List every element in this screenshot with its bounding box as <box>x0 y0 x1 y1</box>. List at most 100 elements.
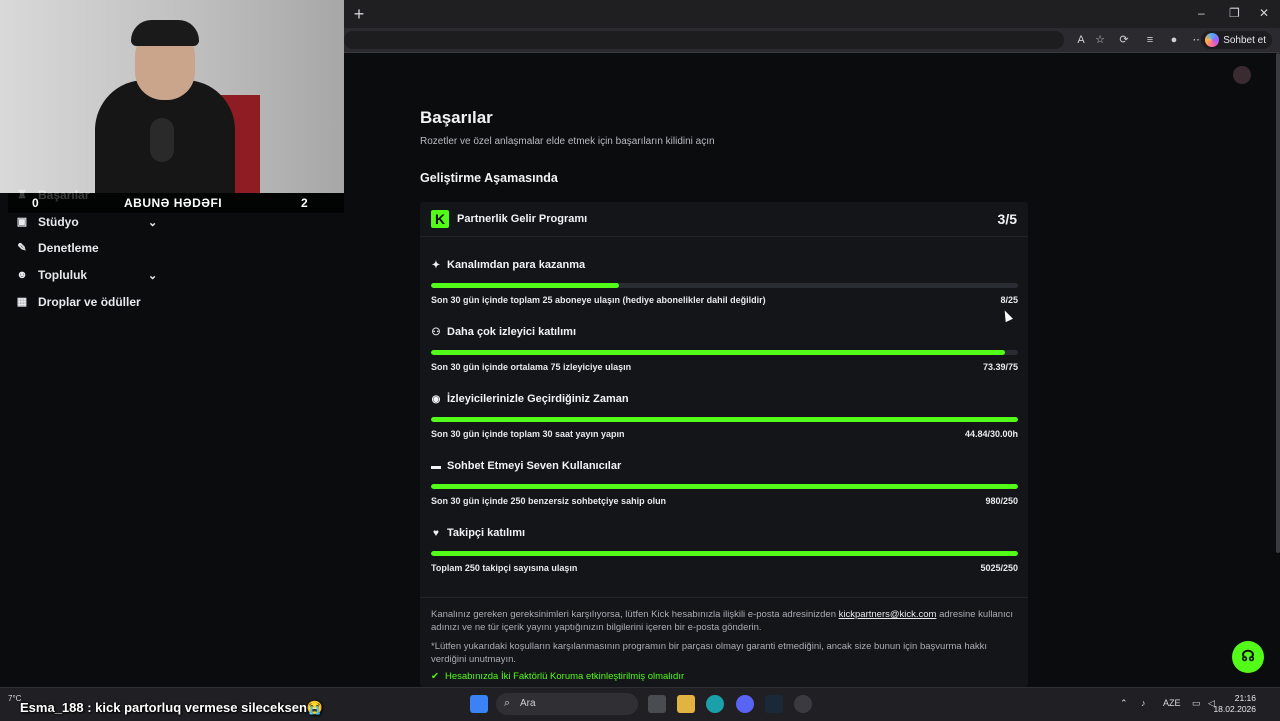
progress-track <box>431 283 1018 288</box>
section-heading: Geliştirme Aşamasında <box>420 171 558 185</box>
copilot-button[interactable]: Sohbet et <box>1201 31 1272 49</box>
sidebar-item-drops[interactable]: ▦ Droplar ve ödüller <box>16 295 141 309</box>
requirement-title: Sohbet Etmeyi Seven Kullanıcılar <box>447 460 622 472</box>
requirement-item: ♥ Takipçi katılımı Toplam 250 takipçi say… <box>431 527 1018 587</box>
progress-fill <box>431 551 1018 556</box>
microphone <box>150 118 174 162</box>
task-view-icon[interactable] <box>648 695 666 713</box>
windows-start-icon[interactable] <box>470 695 488 713</box>
progress-track <box>431 484 1018 489</box>
network-icon[interactable]: ▭ <box>1192 698 1201 709</box>
application-instructions: Kanalınız gereken gereksinimleri karşılı… <box>431 609 1014 633</box>
discord-icon[interactable] <box>736 695 754 713</box>
progress-fill <box>431 484 1018 489</box>
sidebar-item-label: Denetleme <box>38 241 99 255</box>
address-bar[interactable] <box>344 31 1064 49</box>
check-icon: ✔ <box>431 671 439 682</box>
sidebar-item-label: Topluluk <box>38 268 88 282</box>
favorites-icon[interactable]: ≡ <box>1143 33 1157 47</box>
requirement-desc: Son 30 gün içinde toplam 25 aboneye ulaş… <box>431 295 766 305</box>
clock-time: 21:16 <box>1234 693 1256 703</box>
microphone-icon[interactable]: ♪ <box>1141 698 1146 708</box>
subscriber-goal-overlay: 0 ABUNƏ HƏDƏFI 2 <box>8 193 344 213</box>
copilot-icon <box>1205 33 1220 47</box>
requirement-title: Daha çok izleyici katılımı <box>447 326 577 338</box>
copilot-label: Sohbet et <box>1223 34 1266 46</box>
page-scrollbar[interactable] <box>1276 53 1280 553</box>
wrench-icon: ✎ <box>17 242 27 254</box>
progress-fill <box>431 350 1006 355</box>
requirement-title: Takipçi katılımı <box>447 527 526 539</box>
progress-fill <box>431 283 619 288</box>
users-icon: ⚇ <box>431 326 441 338</box>
close-window-button[interactable]: ✕ <box>1259 6 1269 20</box>
requirement-item: ✦ Kanalımdan para kazanma Son 30 gün için… <box>431 259 1018 319</box>
tray-chevron-icon[interactable]: ⌃ <box>1120 698 1128 709</box>
avatar[interactable] <box>1233 66 1251 84</box>
search-icon: ⌕ <box>504 697 511 709</box>
progress-track <box>431 350 1018 355</box>
requirement-item: ⚇ Daha çok izleyici katılımı Son 30 gün i… <box>431 326 1018 386</box>
sidebar-item-studio[interactable]: ▣ Stüdyo ⌄ <box>16 215 166 229</box>
two-factor-requirement: ✔ Hesabınızda İki Faktörlü Koruma etkinl… <box>431 671 685 682</box>
chevron-down-icon[interactable]: ⌄ <box>148 269 157 282</box>
progress-track <box>431 417 1018 422</box>
new-tab-button[interactable]: + <box>350 5 368 23</box>
disclaimer-text: *Lütfen yukarıdaki koşulların karşılanma… <box>431 641 988 665</box>
chevron-down-icon[interactable]: ⌄ <box>148 216 157 229</box>
headset-icon: ☊ <box>1241 648 1255 665</box>
sidebar-item-label: Droplar ve ödüller <box>38 295 141 309</box>
gift-icon: ▦ <box>16 296 28 308</box>
profile-icon[interactable]: ● <box>1167 33 1181 47</box>
minimize-button[interactable]: – <box>1198 6 1205 20</box>
read-aloud-icon[interactable]: A <box>1074 33 1088 47</box>
program-count: 3/5 <box>997 211 1017 227</box>
partner-program-card: K Partnerlik Gelir Programı 3/5 ✦ Kanalım… <box>420 202 1028 687</box>
extensions-icon[interactable]: ⟳ <box>1117 33 1131 47</box>
partner-email-link[interactable]: kickpartners@kick.com <box>839 609 937 620</box>
sidebar-item-community[interactable]: ☻ Topluluk ⌄ <box>16 268 166 282</box>
card-footer: Kanalınız gereken gereksinimleri karşılı… <box>420 597 1028 688</box>
app-icon[interactable] <box>794 695 812 713</box>
requirement-title: Kanalımdan para kazanma <box>447 259 586 271</box>
requirement-item: ▬ Sohbet Etmeyi Seven Kullanıcılar Son 30… <box>431 460 1018 520</box>
requirement-item: ◉ İzleyicilerinizle Geçirdiğiniz Zaman So… <box>431 393 1018 453</box>
favorite-star-icon[interactable]: ☆ <box>1093 33 1107 47</box>
taskbar-clock[interactable]: 21:16 18.02.2026 <box>1213 693 1256 715</box>
sub-goal-target: 2 <box>301 196 308 210</box>
search-placeholder: Ara <box>520 698 536 709</box>
requirement-desc: Son 30 gün içinde 250 benzersiz sohbetçi… <box>431 496 667 506</box>
language-indicator[interactable]: AZE <box>1163 698 1181 708</box>
broadcast-icon: ◉ <box>431 393 441 405</box>
studio-icon: ▣ <box>16 216 28 228</box>
requirement-value: 8/25 <box>1000 295 1018 305</box>
sub-goal-current: 0 <box>32 196 39 210</box>
card-header: K Partnerlik Gelir Programı 3/5 <box>420 202 1028 237</box>
sidebar-item-label: Stüdyo <box>38 215 79 229</box>
steam-icon[interactable] <box>765 695 783 713</box>
webcam-overlay <box>0 0 344 193</box>
requirement-value: 73.39/75 <box>982 362 1018 372</box>
progress-track <box>431 551 1018 556</box>
page-subtitle: Rozetler ve özel anlaşmalar elde etmek i… <box>420 136 715 147</box>
requirement-desc: Son 30 gün içinde ortalama 75 izleyiciye… <box>431 362 632 372</box>
requirement-value: 980/250 <box>985 496 1018 506</box>
kick-logo: K <box>431 210 449 228</box>
requirement-value: 5025/250 <box>980 563 1018 573</box>
requirement-desc: Son 30 gün içinde toplam 30 saat yayın y… <box>431 429 625 439</box>
chat-icon: ▬ <box>431 460 441 472</box>
page-title: Başarılar <box>420 108 493 127</box>
file-explorer-icon[interactable] <box>677 695 695 713</box>
requirement-value: 44.84/30.00h <box>964 429 1018 439</box>
maximize-button[interactable]: ❐ <box>1229 6 1240 20</box>
stream-chat-message: Esma_188 : kick partorluq vermese silece… <box>20 700 324 715</box>
taskbar-search[interactable]: ⌕ Ara <box>496 693 638 715</box>
edge-browser-icon[interactable] <box>706 695 724 713</box>
requirement-title: İzleyicilerinizle Geçirdiğiniz Zaman <box>447 393 629 405</box>
sidebar-item-moderation[interactable]: ✎ Denetleme <box>16 241 99 255</box>
requirement-desc: Toplam 250 takipçi sayısına ulaşın <box>431 563 578 573</box>
clock-date: 18.02.2026 <box>1213 704 1256 714</box>
program-title: Partnerlik Gelir Programı <box>457 213 588 225</box>
sparkle-icon: ✦ <box>431 259 441 271</box>
support-chat-button[interactable]: ☊ <box>1232 641 1264 673</box>
